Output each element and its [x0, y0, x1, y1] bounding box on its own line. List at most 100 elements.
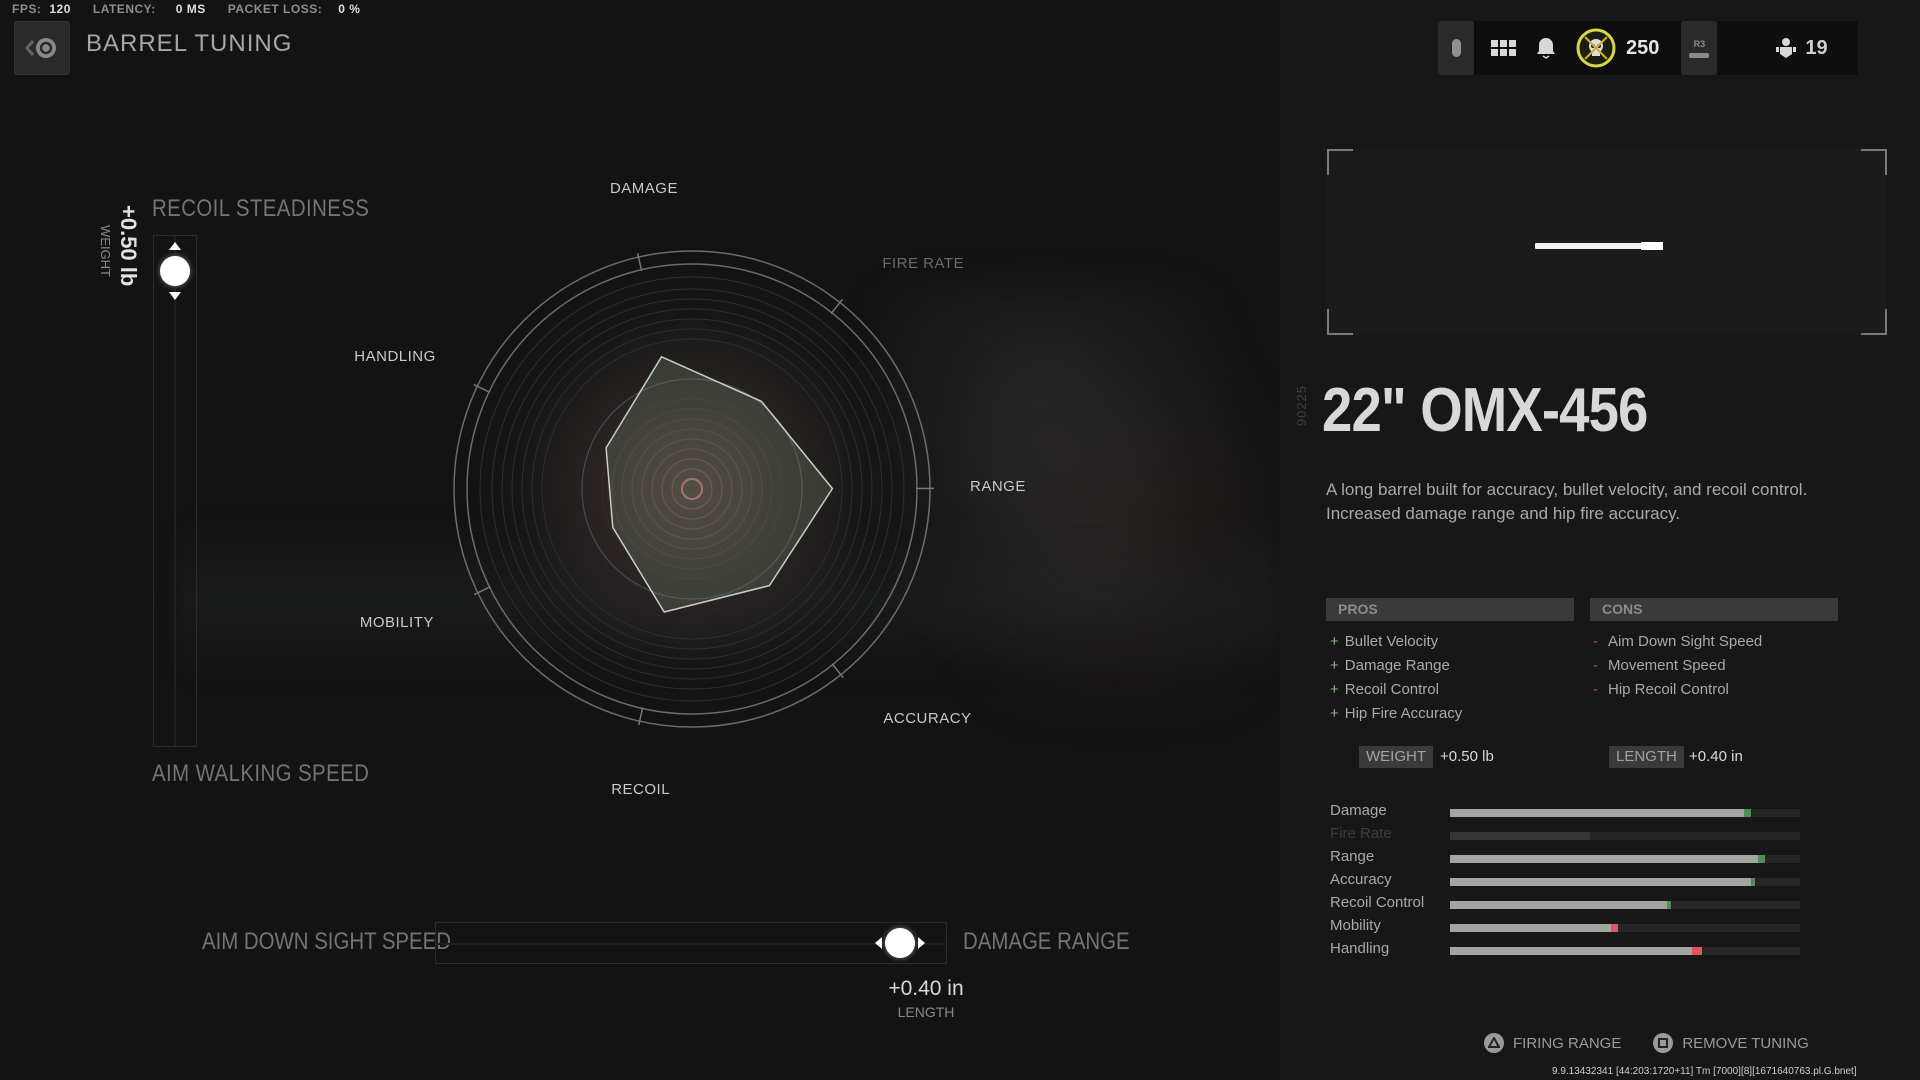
stat-row: Fire Rate — [1330, 823, 1810, 846]
stat-row: Damage — [1330, 800, 1810, 823]
stat-name: Recoil Control — [1330, 894, 1425, 911]
frame-corner — [1861, 309, 1887, 335]
radar-svg — [453, 250, 935, 728]
con-item: - Hip Recoil Control — [1593, 681, 1729, 698]
vertical-slider-bottom-label: AIM WALKING SPEED — [152, 760, 370, 787]
length-label: LENGTH — [897, 1004, 955, 1020]
slider-track-line — [174, 236, 176, 746]
stat-name: Range — [1330, 848, 1375, 865]
slider-right-arrow-icon — [917, 937, 925, 949]
barrel-muzzle — [1641, 242, 1663, 250]
party-count: 19 — [1805, 36, 1828, 59]
r3-button[interactable]: R3 — [1681, 21, 1718, 75]
con-item: - Movement Speed — [1593, 657, 1726, 674]
stat-bar-track — [1450, 878, 1800, 886]
stat-row: Handling — [1330, 938, 1810, 961]
stat-bar-fill — [1450, 878, 1751, 886]
square-button-icon — [1653, 1033, 1674, 1053]
r3-stick-icon — [1689, 52, 1710, 58]
firing-range-label: FIRING RANGE — [1513, 1034, 1622, 1052]
stat-increase-indicator — [1744, 809, 1751, 817]
length-value: +0.40 in — [888, 977, 964, 1000]
radar-center-dot — [689, 486, 695, 492]
frame-corner — [1327, 149, 1353, 175]
radar-axis-tick — [830, 298, 843, 314]
fps-label: FPS: — [12, 2, 42, 16]
touchpad-button[interactable] — [1438, 21, 1474, 75]
stat-bar-fill — [1450, 901, 1667, 909]
weight-value: +0.50 lb — [116, 205, 141, 287]
stat-bars: Damage Fire Rate Range Accuracy Recoil Contr… — [1330, 800, 1810, 961]
firing-range-button[interactable]: FIRING RANGE — [1484, 1033, 1621, 1053]
remove-tuning-button[interactable]: REMOVE TUNING — [1653, 1033, 1809, 1053]
currency-skull-emblem-icon — [1576, 28, 1616, 68]
r3-label: R3 — [1693, 38, 1706, 49]
radar-axis-tick — [831, 663, 844, 679]
weight-tag-value: +0.50 lb — [1440, 748, 1494, 765]
attachment-code: 90225 — [1294, 385, 1309, 427]
back-circle-button-icon — [25, 38, 56, 58]
packet-loss-label: PACKET LOSS: — [227, 2, 323, 16]
stat-bar-track — [1450, 809, 1800, 817]
packet-loss-value: 0 % — [338, 2, 361, 16]
triangle-button-icon — [1484, 1033, 1504, 1053]
stat-bar-track — [1450, 855, 1800, 863]
top-bar-icons: 250 — [1474, 21, 1682, 75]
stat-bar-track — [1450, 901, 1800, 909]
notifications-bell-icon[interactable] — [1534, 36, 1558, 60]
currency-count: 250 — [1626, 36, 1660, 59]
con-item: - Aim Down Sight Speed — [1593, 633, 1763, 650]
fps-value: 120 — [49, 2, 71, 16]
radar-axis-label: RANGE — [969, 478, 1026, 496]
radar-axis-label: ACCURACY — [883, 710, 972, 728]
horizontal-slider-left-label: AIM DOWN SIGHT SPEED — [202, 928, 451, 955]
stat-bar-fill — [1450, 855, 1758, 863]
build-version: 9.9.13432341 [44:203:1720+11] Tm [7000][… — [1552, 1066, 1857, 1077]
stat-increase-indicator — [1667, 901, 1671, 909]
barrel-model-image — [1535, 242, 1663, 250]
stat-row: Recoil Control — [1330, 892, 1810, 915]
pro-item: + Recoil Control — [1330, 681, 1439, 698]
performance-overlay: FPS: 120 LATENCY: 0 MS PACKET LOSS: 0 % — [12, 2, 382, 16]
grid-menu-icon[interactable] — [1490, 38, 1516, 58]
pro-item: + Damage Range — [1330, 657, 1450, 674]
stat-bar-fill — [1450, 924, 1611, 932]
slider-up-arrow-icon — [169, 242, 181, 250]
stat-row: Mobility — [1330, 915, 1810, 938]
pros-list: + Bullet Velocity + Damage Range + Recoil C… — [1330, 630, 1462, 726]
latency-value: 0 MS — [175, 2, 206, 16]
frame-corner — [1327, 309, 1353, 335]
slider-left-arrow-icon — [874, 937, 882, 949]
pro-item: + Bullet Velocity — [1330, 633, 1439, 650]
weight-tag: WEIGHT — [1359, 746, 1433, 768]
stat-decrease-indicator — [1691, 947, 1702, 955]
remove-tuning-label: REMOVE TUNING — [1682, 1034, 1809, 1052]
radar-axis-label: DAMAGE — [609, 179, 678, 197]
stat-increase-indicator — [1758, 855, 1765, 863]
stat-bar-fill — [1450, 832, 1590, 840]
weight-tuning-slider[interactable] — [153, 235, 197, 747]
touchpad-icon — [1451, 39, 1461, 57]
party-members-icon — [1776, 38, 1797, 58]
stat-row: Range — [1330, 846, 1810, 869]
slider-handle[interactable] — [884, 928, 915, 958]
length-tag-value: +0.40 in — [1689, 748, 1743, 765]
length-tag: LENGTH — [1609, 746, 1684, 768]
frame-corner — [1861, 149, 1887, 175]
length-tuning-slider[interactable] — [435, 922, 947, 964]
horizontal-slider-right-label: DAMAGE RANGE — [963, 928, 1130, 955]
stat-bar-fill — [1450, 947, 1692, 955]
party-indicator[interactable]: 19 — [1717, 21, 1858, 75]
stat-bar-track — [1450, 832, 1800, 840]
slider-handle[interactable] — [160, 256, 190, 286]
back-button[interactable] — [14, 21, 70, 75]
cons-list: - Aim Down Sight Speed - Movement Speed -H… — [1593, 630, 1762, 702]
latency-label: LATENCY: — [92, 2, 156, 16]
slider-track-line — [436, 943, 946, 945]
pro-item: + Hip Fire Accuracy — [1330, 705, 1463, 722]
radar-axis-label: FIRE RATE — [882, 254, 965, 272]
page-title: BARREL TUNING — [86, 30, 293, 57]
top-bar: 250 R3 19 — [1438, 21, 1858, 75]
stat-bar-fill — [1450, 809, 1744, 817]
stat-bar-track — [1450, 947, 1800, 955]
